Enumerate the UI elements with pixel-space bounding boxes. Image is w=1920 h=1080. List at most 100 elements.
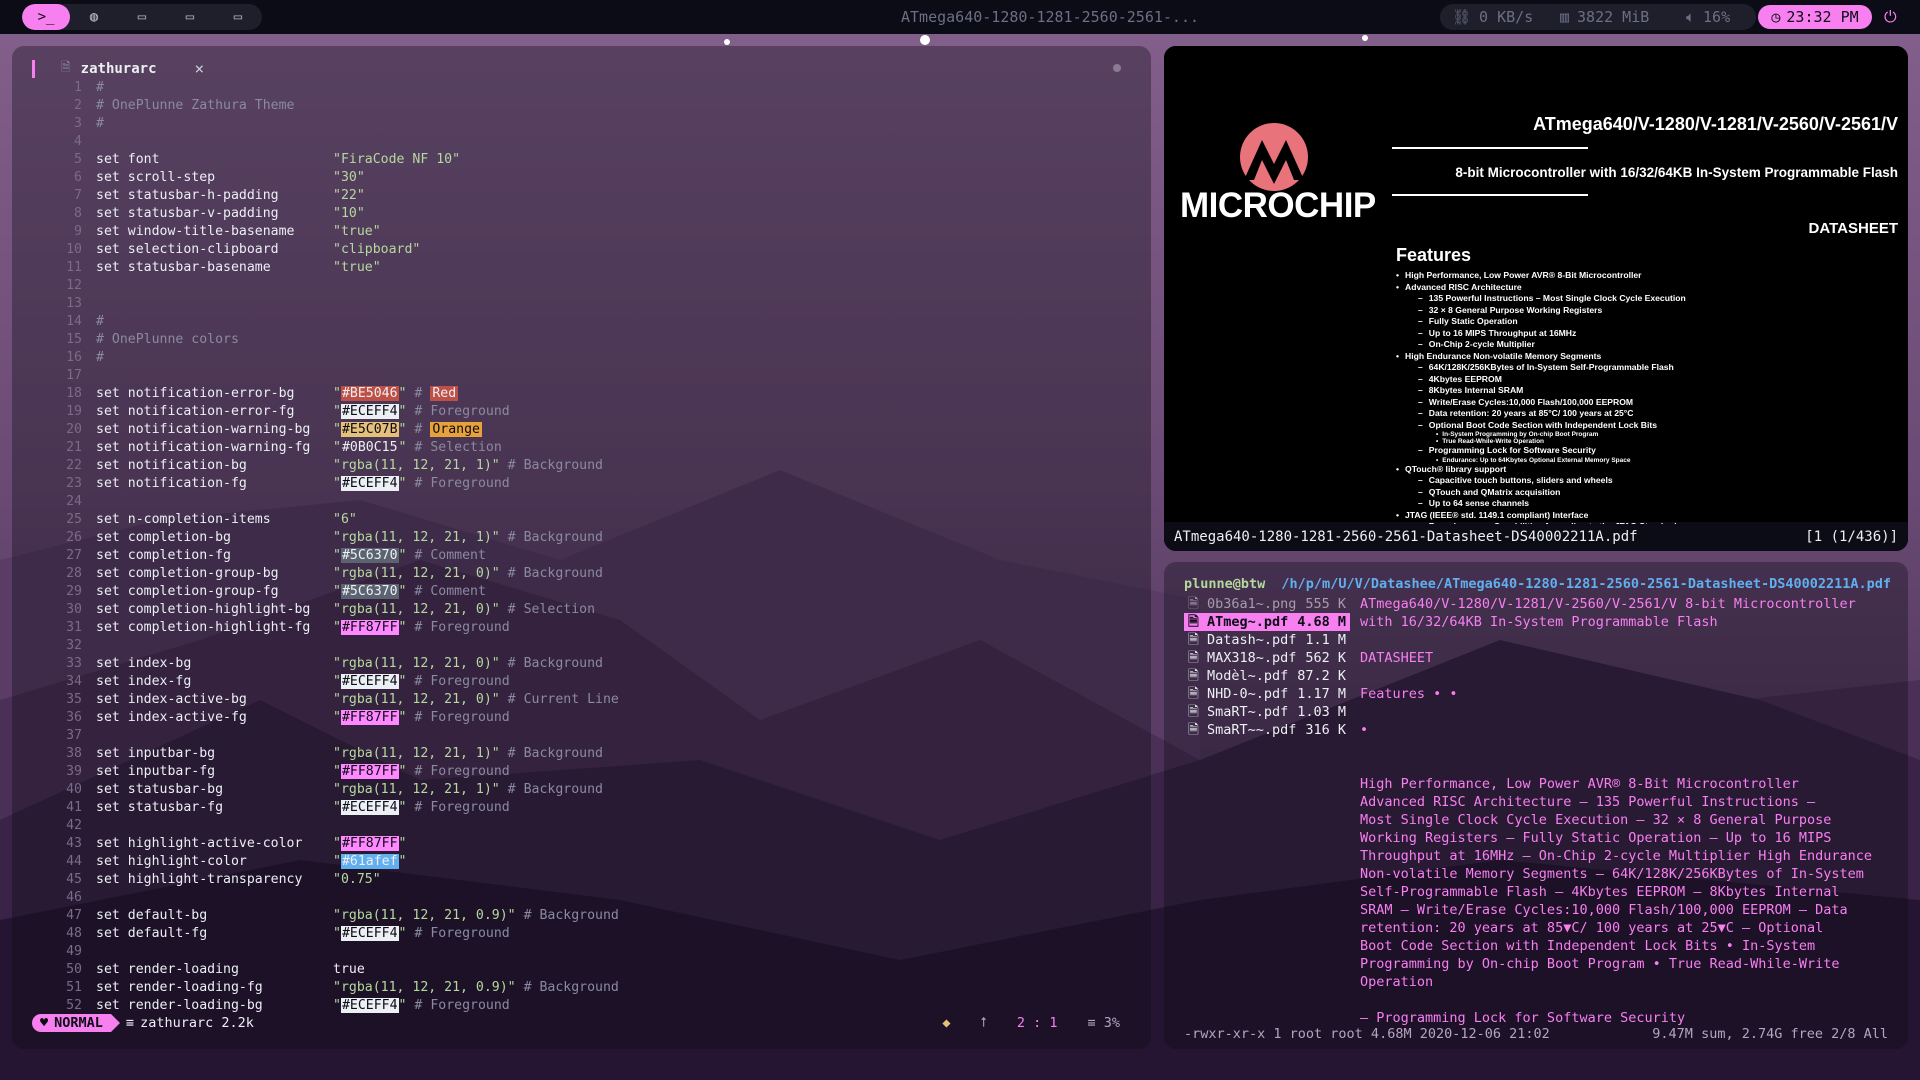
code-value: "true" [333, 259, 381, 277]
file-list-item[interactable]: 🗎︎ MAX318~.pdf 562 K [1184, 649, 1350, 667]
editor-pane[interactable]: 🗎︎ zathurarc × 1 #2 # OnePlunne Zathura Th… [12, 46, 1151, 1049]
comment-hash: # [406, 926, 431, 941]
code-line: 12 [52, 277, 310, 295]
file-manager-pane[interactable]: plunne@btw /h/p/m/U/V/Datashee/ATmega640… [1164, 562, 1908, 1049]
color-swatch: #0B0C15 [341, 440, 398, 455]
workspace-3-monitor-icon[interactable]: ▭ [118, 4, 166, 30]
workspace-2-globe-icon[interactable]: ◍ [70, 4, 118, 30]
quote: " [333, 926, 341, 941]
file-size: 562 K [1305, 650, 1346, 666]
comment-text: Foreground [430, 404, 510, 419]
workspace-5-monitor-icon[interactable]: ▭ [214, 4, 262, 30]
preview-line: – Programming Lock for Software Security [1360, 1010, 1686, 1026]
volume-widget[interactable]: 🔈︎ 16% [1686, 4, 1730, 30]
code-area[interactable]: 1 #2 # OnePlunne Zathura Theme 3 #4 5 set font… [52, 79, 619, 1015]
code-line: 1 # [52, 79, 310, 97]
feature-item: Data retention: 20 years at 85°C/ 100 ye… [1396, 408, 1686, 420]
code-value: "6" [333, 511, 357, 529]
line-number: 49 [66, 944, 82, 959]
line-number: 21 [66, 440, 82, 455]
line-number: 23 [66, 476, 82, 491]
comment-text: Background [523, 746, 603, 761]
preview-line: High Performance, Low Power AVR® 8-Bit M… [1360, 776, 1799, 792]
quote: " [398, 854, 407, 869]
comment-hash: # [499, 566, 524, 581]
code-line: 46 [52, 889, 310, 907]
editor-tab[interactable]: 🗎︎ zathurarc × [32, 58, 204, 79]
clock[interactable]: ◷ 23:32 PM [1758, 5, 1872, 29]
file-list-item[interactable]: 🗎︎ SmaRT~~.pdf 316 K [1184, 721, 1350, 739]
statusline-right: ◆ ⭡ 2 : 1 ≡ 3% [942, 1015, 1120, 1031]
network-speed: 0 KB/s [1479, 8, 1534, 26]
code-value: "rgba(11, 12, 21, 1)" # Background [333, 745, 603, 763]
file-list-item[interactable]: 🗎︎ SmaRT~.pdf 1.03 M [1184, 703, 1350, 721]
close-icon[interactable]: × [195, 59, 205, 78]
code-value: "true" [333, 223, 381, 241]
workspace-switcher: >_ ◍ ▭ ▭ ▭ [22, 4, 262, 30]
quote: " [333, 386, 341, 401]
file-name: SmaRT~.pdf [1206, 704, 1289, 720]
file-entry: 🗎︎ 0b36a1~.png [1188, 595, 1296, 613]
code-key: # [96, 350, 104, 365]
comment-hash: # [499, 530, 524, 545]
code-line: 31 set completion-highlight-fg "#FF87FF" #… [52, 619, 510, 637]
code-line: 49 [52, 943, 310, 961]
mode-indicator: ♥ NORMAL [32, 1014, 111, 1032]
code-line: 18 set notification-error-bg "#BE5046" # R… [52, 385, 459, 403]
color-swatch: #FF87FF [340, 710, 399, 725]
preview-line: Most Single Clock Cycle Execution – 32 ×… [1360, 812, 1832, 828]
comment-hash: # [406, 764, 431, 779]
comment-hash: # [499, 656, 524, 671]
value-text: "true" [333, 224, 381, 239]
code-line: 48 set default-fg "#ECEFF4" # Foreground [52, 925, 510, 943]
feature-item: 32 × 8 General Purpose Working Registers [1396, 305, 1686, 317]
workspace-1-terminal-icon[interactable]: >_ [22, 4, 70, 30]
code-line: 25 set n-completion-items "6" [52, 511, 357, 529]
code-value: "FiraCode NF 10" [333, 151, 460, 169]
line-number: 48 [66, 926, 82, 941]
preview-line: DATASHEET [1360, 650, 1434, 666]
code-key: set statusbar-h-padding [96, 188, 279, 203]
feature-item: JTAG (IEEE® std. 1149.1 compliant) Inter… [1396, 510, 1686, 522]
file-list-item[interactable]: 🗎︎ NHD-0~.pdf 1.17 M [1184, 685, 1350, 703]
file-list[interactable]: 🗎︎ 0b36a1~.png 555 K 🗎︎ ATmeg~.pdf 4.68 M 🗎︎… [1184, 595, 1350, 739]
file-entry: 🗎︎ NHD-0~.pdf [1188, 685, 1288, 703]
file-list-item[interactable]: 🗎︎ Datash~.pdf 1.1 M [1184, 631, 1350, 649]
top-bar: >_ ◍ ▭ ▭ ▭ ATmega640-1280-1281-2560-2561… [0, 0, 1920, 34]
code-value: "10" [333, 205, 365, 223]
code-line: 47 set default-bg "rgba(11, 12, 21, 0.9)" … [52, 907, 619, 925]
pdf-page[interactable]: MICROCHIP ATmega640/V-1280/V-1281/V-2560… [1164, 46, 1908, 531]
code-key: set statusbar-v-padding [96, 206, 279, 221]
value-text: "rgba(11, 12, 21, 1)" [333, 458, 500, 473]
feature-item: On-Chip 2-cycle Multiplier [1396, 339, 1686, 351]
disk-summary: 9.47M sum, 2.74G free 2/8 All [1652, 1026, 1888, 1042]
power-icon[interactable]: ⏻ [1884, 7, 1897, 27]
pdf-statusbar: ATmega640-1280-1281-2560-2561-Datasheet-… [1164, 524, 1908, 551]
code-line: 27 set completion-fg "#5C6370" # Comment [52, 547, 486, 565]
comment-hash: # [515, 980, 540, 995]
code-value: "#FF87FF" # Foreground [333, 709, 510, 727]
pdf-viewer-pane[interactable]: MICROCHIP ATmega640/V-1280/V-1281/V-2560… [1164, 46, 1908, 551]
workspace-4-monitor-icon[interactable]: ▭ [166, 4, 214, 30]
code-value: "rgba(11, 12, 21, 0.9)" # Background [333, 979, 619, 997]
comment-hash: # [499, 746, 524, 761]
code-key: set completion-group-fg [96, 584, 279, 599]
feature-item: High Performance, Low Power AVR® 8-Bit M… [1396, 270, 1686, 282]
line-number: 27 [66, 548, 82, 563]
file-list-item[interactable]: 🗎︎ Modèl~.pdf 87.2 K [1184, 667, 1350, 685]
file-icon: 🗎︎ [1188, 614, 1207, 630]
code-value: "rgba(11, 12, 21, 1)" # Background [333, 781, 603, 799]
code-line: 21 set notification-warning-fg "#0B0C15" #… [52, 439, 502, 457]
pdf-rule [1392, 194, 1588, 196]
code-key: set statusbar-basename [96, 260, 271, 275]
color-swatch: #ECEFF4 [340, 800, 399, 815]
code-key: set highlight-active-color [96, 836, 303, 851]
file-list-item[interactable]: 🗎︎ 0b36a1~.png 555 K [1184, 595, 1350, 613]
code-line: 52 set render-loading-bg "#ECEFF4" # Foreg… [52, 997, 510, 1015]
file-list-item[interactable]: 🗎︎ ATmeg~.pdf 4.68 M [1184, 613, 1350, 631]
feature-item: High Endurance Non-volatile Memory Segme… [1396, 351, 1686, 363]
quote: " [333, 710, 341, 725]
file-icon: 🗎︎ [1188, 686, 1207, 702]
pdf-datasheet-label: DATASHEET [1808, 220, 1898, 237]
color-swatch: #5C6370 [340, 548, 399, 563]
